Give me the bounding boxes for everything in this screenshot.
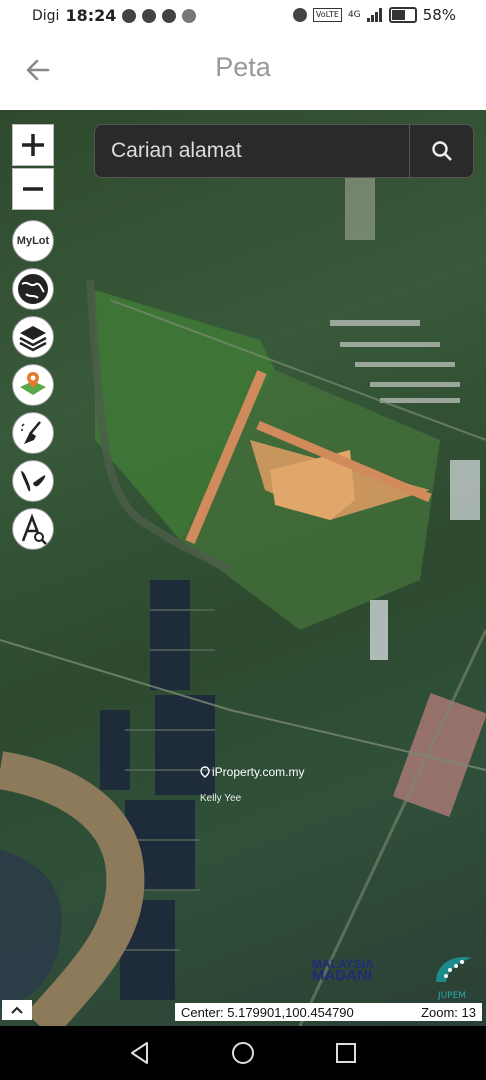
watermark-agent: Kelly Yee bbox=[200, 793, 242, 804]
map-info-bar: Center: 5.179901,100.454790 Zoom: 13 bbox=[175, 1003, 482, 1021]
search-divider bbox=[409, 125, 410, 177]
layers-button[interactable] bbox=[12, 316, 54, 358]
google-icon bbox=[182, 8, 197, 23]
nav-home-icon[interactable] bbox=[230, 1040, 256, 1066]
search-input[interactable]: Carian alamat bbox=[111, 139, 242, 163]
jupem-logo: JUPEM bbox=[428, 948, 476, 1001]
satellite-map[interactable]: MyLot Carian alamat iProperty.com.my Kel… bbox=[0, 110, 486, 1026]
madani-line2: MADANI bbox=[312, 967, 372, 984]
page-title: Peta bbox=[215, 52, 271, 82]
basemap-button[interactable] bbox=[12, 268, 54, 310]
system-nav-bar bbox=[0, 1026, 486, 1080]
search-icon bbox=[432, 141, 452, 161]
messenger-icon bbox=[142, 8, 157, 23]
carrier-label: Digi bbox=[32, 7, 60, 24]
malaysia-icon bbox=[21, 471, 46, 492]
mylot-button[interactable]: MyLot bbox=[12, 220, 54, 262]
zoom-out-button[interactable] bbox=[12, 168, 54, 210]
clear-button[interactable] bbox=[12, 412, 54, 454]
chevron-up-icon bbox=[11, 1006, 23, 1014]
minus-icon bbox=[23, 187, 43, 191]
app-bar: Peta bbox=[0, 32, 486, 110]
globe-icon bbox=[18, 274, 48, 304]
location-map-button[interactable] bbox=[12, 364, 54, 406]
broom-icon bbox=[21, 421, 41, 444]
measure-button[interactable] bbox=[12, 508, 54, 550]
jupem-emblem-icon bbox=[436, 957, 472, 982]
measure-icon bbox=[21, 513, 47, 545]
signal-icon bbox=[366, 8, 382, 22]
malaysia-map-button[interactable] bbox=[12, 460, 54, 502]
map-pin-icon bbox=[20, 372, 46, 395]
messenger-icon-2 bbox=[162, 8, 177, 23]
location-pin-icon bbox=[200, 766, 210, 778]
map-zoom: Zoom: 13 bbox=[421, 1004, 476, 1020]
volte-badge: VoLTE bbox=[312, 8, 342, 22]
expand-panel-button[interactable] bbox=[2, 1000, 32, 1020]
satellite-imagery bbox=[0, 150, 486, 1026]
network-type: 4G bbox=[347, 10, 361, 20]
layers-icon bbox=[19, 326, 47, 352]
battery-icon bbox=[388, 7, 417, 23]
watermark-site: iProperty.com.my bbox=[212, 765, 305, 779]
map-center: Center: 5.179901,100.454790 bbox=[181, 1004, 354, 1020]
clock: 18:24 bbox=[65, 6, 117, 25]
status-bar: Digi 18:24 VoLTE 4G 58% bbox=[0, 0, 486, 32]
jupem-label: JUPEM bbox=[437, 991, 467, 1001]
malaysia-madani-logo: MALAYSIA MADANI bbox=[312, 958, 374, 984]
search-bar[interactable]: Carian alamat bbox=[94, 124, 474, 178]
battery-percent: 58% bbox=[422, 6, 456, 24]
mylot-logo: MyLot bbox=[16, 235, 50, 247]
zoom-in-button[interactable] bbox=[12, 124, 54, 166]
plus-icon bbox=[22, 134, 44, 156]
missed-call-icon bbox=[122, 8, 137, 23]
search-button[interactable] bbox=[411, 125, 473, 177]
nav-back-icon[interactable] bbox=[127, 1040, 153, 1066]
watermark: iProperty.com.my Kelly Yee bbox=[200, 765, 304, 804]
nav-recents-icon[interactable] bbox=[333, 1040, 359, 1066]
alarm-icon bbox=[292, 8, 307, 22]
